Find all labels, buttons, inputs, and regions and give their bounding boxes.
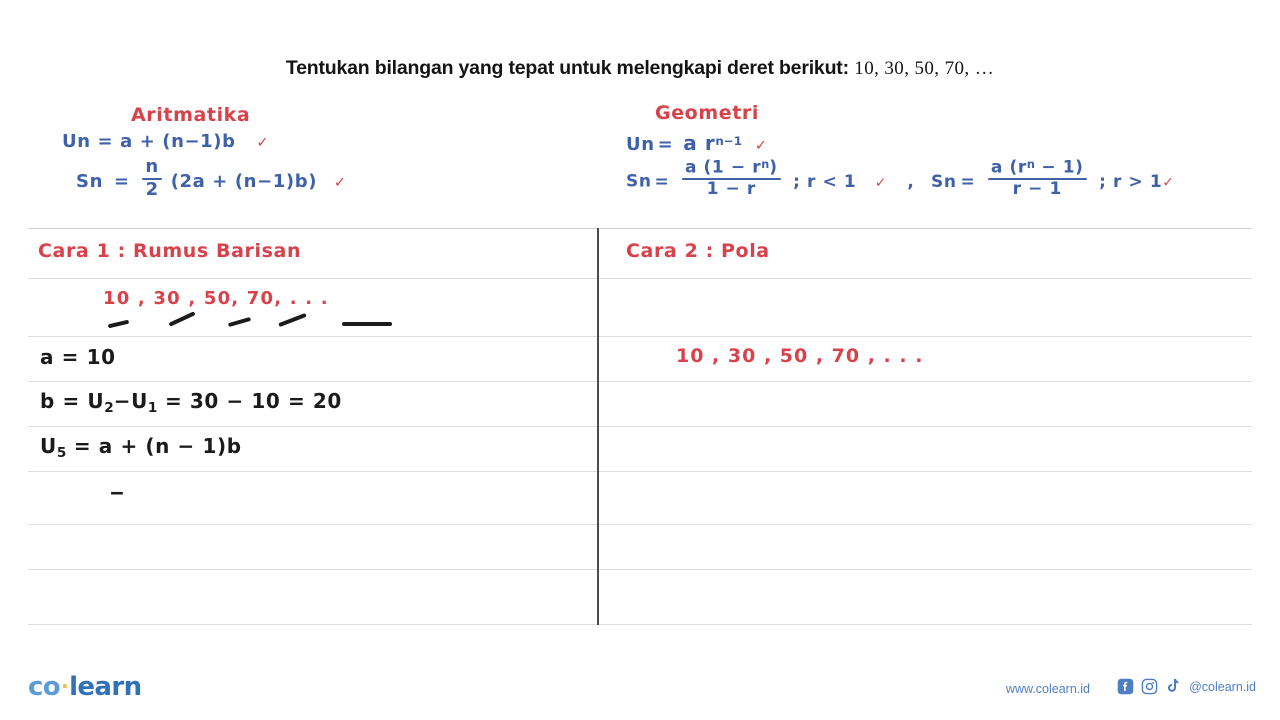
arithmetic-sn-equals: = <box>113 171 130 193</box>
series-mark <box>342 322 392 326</box>
column-divider <box>597 228 599 625</box>
facebook-icon[interactable] <box>1117 678 1134 695</box>
check-mark-icon: ✓ <box>1162 174 1175 191</box>
colearn-logo: co·learn <box>28 672 142 702</box>
geometric-sn2-num-b: − 1) <box>1034 157 1084 178</box>
footer-website-url[interactable]: www.colearn.id <box>1006 682 1090 696</box>
arithmetic-un-minus: − <box>184 131 201 152</box>
method-2-series: 10 , 30 , 50 , 70 , . . . <box>676 345 924 367</box>
geometric-un-equals: = <box>657 134 674 155</box>
arithmetic-sn-fraction: n 2 <box>142 156 162 200</box>
check-mark-icon: ✓ <box>333 175 347 192</box>
work-line-u5-sub: 5 <box>56 444 67 461</box>
geometric-sn1-num-exponent: n <box>761 158 770 171</box>
notebook-rule <box>28 426 1252 427</box>
geometric-heading: Geometri <box>655 102 759 124</box>
geometric-un-body: a r <box>683 131 716 155</box>
work-line-b-pre: b = U <box>40 389 105 413</box>
question-series: 10, 30, 50, 70, … <box>854 58 995 79</box>
geometric-sn1-numerator: a (1 − rn) <box>682 159 781 177</box>
method-1-series: 10 , 30 , 50, 70, . . . <box>103 288 329 309</box>
work-line-b-post: = 30 − 10 = 20 <box>157 389 342 413</box>
tiktok-icon[interactable] <box>1165 678 1180 695</box>
arithmetic-sn-body-a: (2a + (n <box>170 171 258 193</box>
geometric-sn1-num-a: a (1 − r <box>684 157 762 178</box>
geometric-sn2-label: Sn <box>930 171 957 192</box>
geometric-un-label: Un <box>626 134 655 155</box>
series-mark <box>278 312 307 328</box>
check-mark-icon: ✓ <box>874 174 887 191</box>
work-line-u5-post: = a + (n − 1)b <box>66 434 242 458</box>
page-title: Tentukan bilangan yang tepat untuk melen… <box>0 56 1280 81</box>
work-line-dash: ‒ <box>110 480 125 504</box>
arithmetic-sn-minus: − <box>257 171 273 193</box>
arithmetic-un-equals: = <box>97 131 114 152</box>
notebook-rule <box>28 228 1252 229</box>
geometric-sn-label: Sn <box>626 171 652 192</box>
series-mark <box>107 319 130 329</box>
geometric-sn1-fraction: a (1 − rn) 1 − r <box>681 159 781 200</box>
geometric-sn2-equals: = <box>960 171 976 192</box>
geometric-un-formula: Un = a rn−1 ✓ <box>626 131 768 155</box>
geometric-sn2-numerator: a (rn − 1) <box>988 159 1087 177</box>
work-line-b-sub-2: 2 <box>104 399 114 416</box>
arithmetic-un-body-a: a + (n <box>120 131 185 152</box>
work-line-u5: U5 = a + (n − 1)b <box>40 434 242 461</box>
arithmetic-sn-numerator: n <box>145 156 159 177</box>
formula-separator-comma: , <box>907 171 915 192</box>
notebook-rule <box>28 624 1252 625</box>
notebook-rule <box>28 381 1252 382</box>
footer-social-links: @colearn.id <box>1117 678 1256 695</box>
geometric-un-exponent: n−1 <box>715 134 742 149</box>
notebook-rule <box>28 471 1252 472</box>
footer-social-handle[interactable]: @colearn.id <box>1189 680 1256 694</box>
arithmetic-sn-denominator: 2 <box>145 178 159 200</box>
geometric-sn2-num-a: a (r <box>990 157 1027 178</box>
work-line-b-mid: −U <box>113 389 148 413</box>
geometric-sn2-condition: ; r > 1 <box>1099 171 1163 192</box>
notebook-rule <box>28 569 1252 570</box>
work-line-u5-pre: U <box>40 434 57 458</box>
notebook-rule <box>28 336 1252 337</box>
logo-text-co: co <box>28 672 61 702</box>
series-mark <box>227 316 252 328</box>
geometric-sn1-denominator: 1 − r <box>706 179 756 200</box>
arithmetic-sn-formula: Sn = n 2 (2a + (n−1)b) ✓ <box>76 156 347 200</box>
work-line-b: b = U2−U1 = 30 − 10 = 20 <box>40 389 342 416</box>
series-mark <box>168 311 196 327</box>
geometric-sn-formula-group: Sn = a (1 − rn) 1 − r ; r < 1 ✓ , Sn = a (… <box>626 159 1174 199</box>
arithmetic-un-label: Un <box>62 131 91 152</box>
geometric-sn-equals: = <box>654 171 670 192</box>
instagram-icon[interactable] <box>1141 678 1158 695</box>
geometric-sn2-fraction: a (rn − 1) r − 1 <box>987 159 1087 200</box>
method-1-title: Cara 1 : Rumus Barisan <box>38 240 302 262</box>
arithmetic-un-body-b: 1)b <box>200 131 236 152</box>
logo-dot-icon: · <box>61 674 69 698</box>
arithmetic-sn-body-b: 1)b) <box>272 171 318 193</box>
geometric-sn1-num-b: ) <box>769 157 778 178</box>
logo-text-learn: learn <box>69 672 142 702</box>
arithmetic-heading: Aritmatika <box>131 104 251 126</box>
check-mark-icon: ✓ <box>256 135 270 151</box>
check-mark-icon: ✓ <box>754 138 768 154</box>
geometric-sn2-num-exponent: n <box>1026 158 1035 171</box>
method-2-title: Cara 2 : Pola <box>626 240 770 262</box>
geometric-sn1-condition: ; r < 1 <box>793 171 857 192</box>
arithmetic-sn-label: Sn <box>76 171 103 193</box>
arithmetic-un-formula: Un = a + (n−1)b ✓ <box>62 131 269 152</box>
question-prompt: Tentukan bilangan yang tepat untuk melen… <box>285 57 849 79</box>
notebook-rule <box>28 524 1252 525</box>
work-line-b-sub-1: 1 <box>147 399 158 416</box>
geometric-sn2-denominator: r − 1 <box>1012 179 1062 200</box>
work-line-a: a = 10 <box>40 345 116 369</box>
notebook-rule <box>28 278 1252 279</box>
